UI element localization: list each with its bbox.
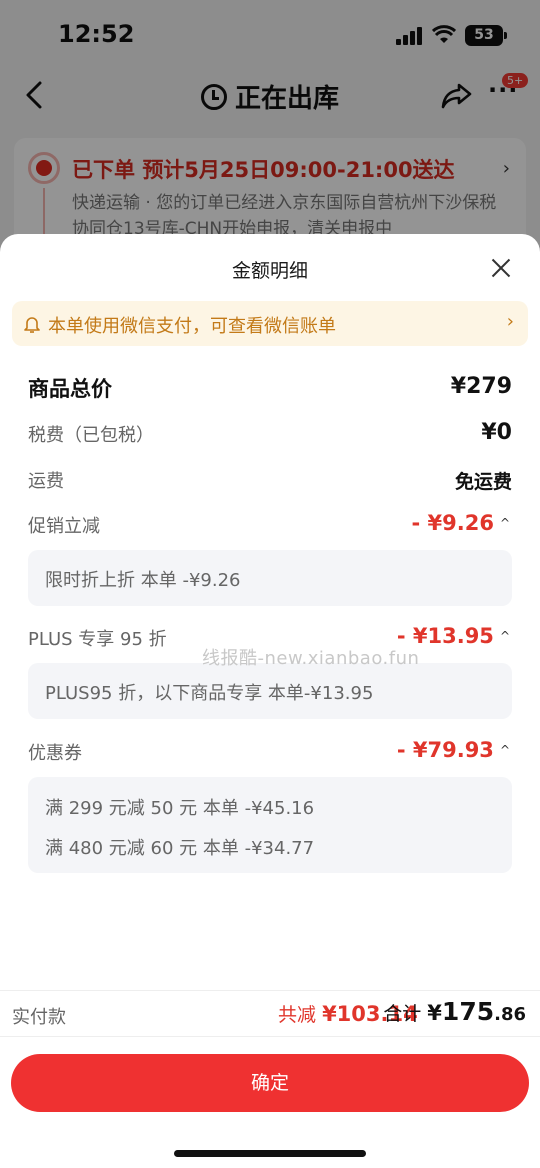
tax-value: ¥0 xyxy=(481,420,512,445)
coupon-detail-line: 满 299 元减 50 元 本单 -¥45.16 xyxy=(45,798,315,819)
home-indicator xyxy=(174,1150,366,1157)
coupon-detail-line: 满 480 元减 60 元 本单 -¥34.77 xyxy=(45,838,315,859)
shipping-label: 运费 xyxy=(28,471,64,492)
wechat-bill-notice[interactable]: 本单使用微信支付，可查看微信账单 › xyxy=(12,301,528,346)
confirm-button[interactable]: 确定 xyxy=(11,1054,529,1112)
watermark: 线报酷-new.xianbao.fun xyxy=(202,648,420,669)
chevron-up-icon: ^ xyxy=(499,743,510,757)
plus-label: PLUS 专享 95 折 xyxy=(28,629,167,650)
goods-total-value: ¥279 xyxy=(450,374,512,399)
coupon-label: 优惠券 xyxy=(28,743,82,764)
coupon-value[interactable]: - ¥79.93 ^ xyxy=(397,738,510,762)
plus-detail-box: PLUS95 折，以下商品专享 本单-¥13.95 xyxy=(28,663,512,719)
pay-label: 实付款 xyxy=(12,1007,66,1028)
tax-label: 税费（已包税） xyxy=(28,425,154,446)
coupon-detail-box: 满 299 元减 50 元 本单 -¥45.16 满 480 元减 60 元 本… xyxy=(28,777,512,873)
sheet-title: 金额明细 xyxy=(231,260,308,282)
shipping-value: 免运费 xyxy=(454,471,512,493)
plus-detail-line: PLUS95 折，以下商品专享 本单-¥13.95 xyxy=(45,683,374,704)
close-icon[interactable] xyxy=(489,256,513,280)
chevron-up-icon: ^ xyxy=(499,629,510,643)
promo-detail-box: 限时折上折 本单 -¥9.26 xyxy=(28,550,512,606)
chevron-up-icon: ^ xyxy=(499,516,510,530)
amount-detail-sheet: 金额明细 本单使用微信支付，可查看微信账单 › 商品总价 ¥279 税费（已包税… xyxy=(0,234,540,1168)
divider xyxy=(0,990,540,991)
promo-value[interactable]: - ¥9.26 ^ xyxy=(411,511,510,535)
notice-text: 本单使用微信支付，可查看微信账单 xyxy=(48,316,336,337)
goods-total-label: 商品总价 xyxy=(28,377,112,401)
divider xyxy=(0,1036,540,1037)
bell-icon xyxy=(24,317,40,333)
promo-detail-line: 限时折上折 本单 -¥9.26 xyxy=(45,570,241,591)
chevron-right-icon: › xyxy=(506,311,514,332)
promo-label: 促销立减 xyxy=(28,516,100,537)
total-amount: 合计 ¥175.86 xyxy=(383,997,526,1026)
